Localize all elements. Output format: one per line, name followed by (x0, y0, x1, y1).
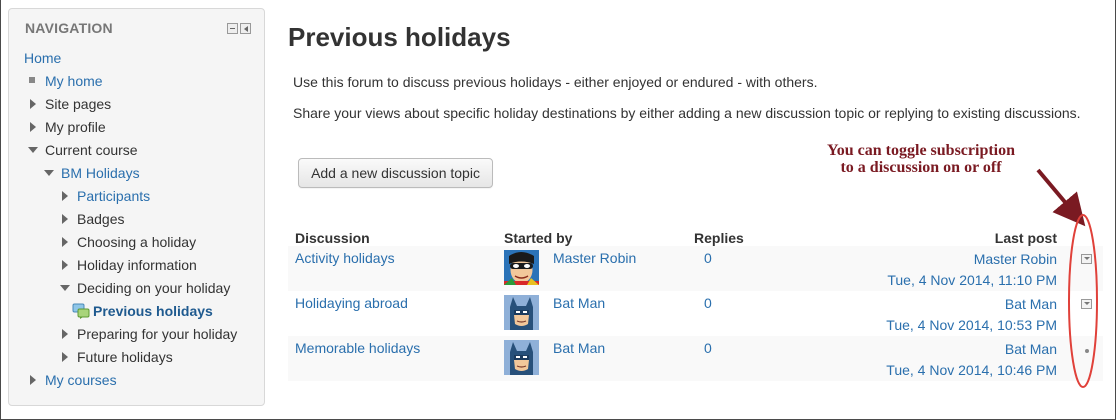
expand-arrow-icon[interactable] (62, 191, 68, 201)
nav-item-home[interactable]: Home (24, 48, 61, 68)
forum-intro-text: Use this forum to discuss previous holid… (293, 74, 818, 90)
starter-name-link[interactable]: Bat Man (553, 340, 605, 356)
last-post-date-link[interactable]: Tue, 4 Nov 2014, 11:10 PM (887, 272, 1057, 288)
annotation-line: to a discussion on or off (840, 159, 1002, 176)
table-row: Memorable holidays Bat Man 0 Bat Man Tue… (288, 336, 1103, 381)
starter-name-link[interactable]: Bat Man (553, 295, 605, 311)
nav-item-holiday-information[interactable]: Holiday information (62, 255, 197, 275)
forum-icon (72, 303, 90, 319)
nav-item-my-home[interactable]: My home (29, 71, 103, 91)
starter-name-link[interactable]: Master Robin (553, 250, 636, 266)
expand-arrow-icon[interactable] (30, 375, 36, 385)
replies-cell: 0 (687, 246, 795, 291)
expand-arrow-icon[interactable] (62, 237, 68, 247)
nav-item-participants[interactable]: Participants (62, 186, 150, 206)
discussion-link[interactable]: Holidaying abroad (295, 295, 408, 311)
discussion-link[interactable]: Memorable holidays (295, 340, 420, 356)
dock-block-icon[interactable] (240, 23, 251, 34)
expand-arrow-icon[interactable] (30, 99, 36, 109)
add-discussion-button[interactable]: Add a new discussion topic (298, 158, 493, 188)
nav-item-future-holidays[interactable]: Future holidays (62, 347, 173, 367)
annotation-line: You can toggle subscription (826, 142, 1016, 159)
column-header-started-by[interactable]: Started by (497, 222, 687, 246)
nav-item-my-profile[interactable]: My profile (30, 117, 106, 137)
nav-item-badges[interactable]: Badges (62, 209, 124, 229)
last-post-author-link[interactable]: Master Robin (974, 251, 1057, 267)
column-header-replies[interactable]: Replies (687, 222, 795, 246)
nav-item-choosing-a-holiday[interactable]: Choosing a holiday (62, 232, 196, 252)
nav-item-bm-holidays[interactable]: BM Holidays (44, 163, 140, 183)
started-by-cell: Bat Man (497, 291, 687, 336)
last-post-date-link[interactable]: Tue, 4 Nov 2014, 10:46 PM (886, 362, 1057, 378)
table-row: Activity holidays Master Robin 0 Master … (288, 246, 1103, 291)
batman-avatar[interactable] (504, 295, 539, 330)
discussion-link[interactable]: Activity holidays (295, 250, 395, 266)
nav-item-current-course[interactable]: Current course (28, 140, 138, 160)
discussion-cell: Memorable holidays (288, 336, 497, 381)
bullet-icon (29, 77, 35, 83)
subscription-toggle-icon[interactable] (1081, 299, 1092, 309)
expand-arrow-icon[interactable] (62, 329, 68, 339)
nav-item-preparing-for-your-holiday[interactable]: Preparing for your holiday (62, 324, 237, 344)
batman-avatar[interactable] (504, 340, 539, 375)
nav-item-previous-holidays[interactable]: Previous holidays (72, 301, 213, 321)
block-controls (227, 23, 251, 34)
table-header-row: Discussion Started by Replies Last post (288, 222, 1103, 246)
collapse-arrow-icon[interactable] (60, 285, 70, 291)
collapse-arrow-icon[interactable] (28, 147, 38, 153)
subscribe-cell (1064, 291, 1103, 336)
nav-item-my-courses[interactable]: My courses (30, 370, 117, 390)
last-post-author-link[interactable]: Bat Man (1005, 341, 1057, 357)
replies-cell: 0 (687, 291, 795, 336)
subscribe-cell (1064, 336, 1103, 381)
last-post-cell: Bat Man Tue, 4 Nov 2014, 10:53 PM (795, 291, 1064, 336)
table-row: Holidaying abroad Bat Man 0 Bat Man Tue,… (288, 291, 1103, 336)
last-post-date-link[interactable]: Tue, 4 Nov 2014, 10:53 PM (886, 317, 1057, 333)
last-post-author-link[interactable]: Bat Man (1005, 296, 1057, 312)
page-title: Previous holidays (288, 22, 511, 52)
annotation-callout: You can toggle subscription to a discuss… (790, 142, 1052, 176)
column-header-last-post[interactable]: Last post (795, 222, 1064, 246)
forum-intro-text: Share your views about specific holiday … (293, 105, 1081, 121)
started-by-cell: Master Robin (497, 246, 687, 291)
expand-arrow-icon[interactable] (62, 352, 68, 362)
replies-link[interactable]: 0 (694, 295, 712, 311)
column-header-subscribe (1064, 222, 1103, 246)
replies-link[interactable]: 0 (694, 340, 712, 356)
column-header-discussion[interactable]: Discussion (288, 222, 497, 246)
replies-cell: 0 (687, 336, 795, 381)
robin-avatar[interactable] (504, 250, 539, 285)
nav-item-site-pages[interactable]: Site pages (30, 94, 111, 114)
collapse-arrow-icon[interactable] (44, 170, 54, 176)
started-by-cell: Bat Man (497, 336, 687, 381)
expand-arrow-icon[interactable] (62, 214, 68, 224)
expand-arrow-icon[interactable] (62, 260, 68, 270)
last-post-cell: Master Robin Tue, 4 Nov 2014, 11:10 PM (795, 246, 1064, 291)
last-post-cell: Bat Man Tue, 4 Nov 2014, 10:46 PM (795, 336, 1064, 381)
discussion-cell: Holidaying abroad (288, 291, 497, 336)
subscription-toggle-icon[interactable] (1081, 254, 1092, 264)
discussion-table: Discussion Started by Replies Last post … (288, 222, 1103, 381)
discussion-cell: Activity holidays (288, 246, 497, 291)
navigation-block: NAVIGATION Home My home Site pages My pr… (8, 8, 265, 406)
collapse-block-icon[interactable] (227, 23, 238, 34)
subscribe-cell (1064, 246, 1103, 291)
nav-item-deciding-on-your-holiday[interactable]: Deciding on your holiday (60, 278, 230, 298)
navigation-header: NAVIGATION (25, 20, 113, 36)
replies-link[interactable]: 0 (694, 250, 712, 266)
expand-arrow-icon[interactable] (30, 122, 36, 132)
subscription-dot-icon[interactable] (1085, 349, 1089, 353)
